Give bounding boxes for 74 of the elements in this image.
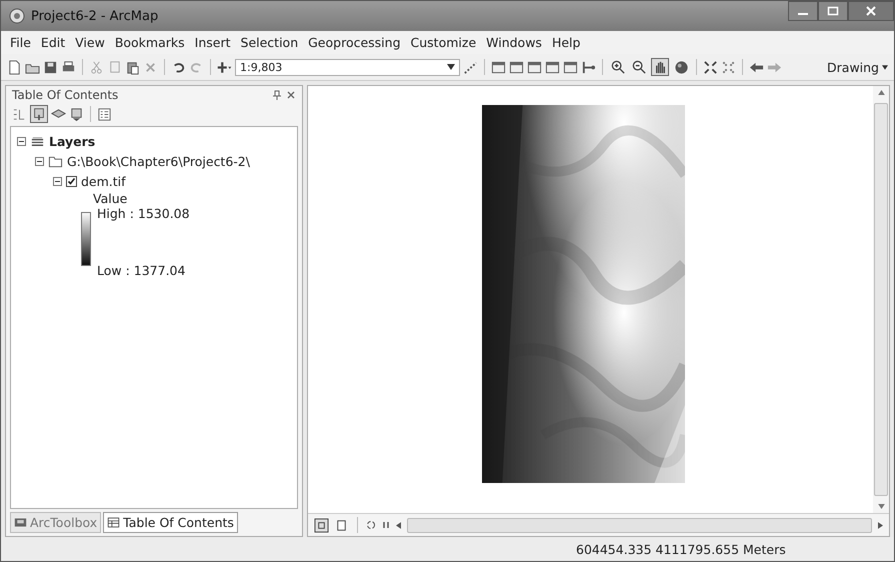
caret-icon <box>882 64 888 70</box>
window-icon[interactable] <box>527 60 542 74</box>
zoom-out-button[interactable] <box>630 58 648 76</box>
zoom-in-icon <box>610 60 626 74</box>
printer-icon[interactable] <box>61 60 76 74</box>
scroll-down-icon[interactable] <box>878 504 884 509</box>
tree-item[interactable]: G:\Book\Chapter6\Project6-2\ <box>67 154 250 168</box>
horizontal-scrollbar[interactable] <box>396 517 883 533</box>
maximize-button[interactable] <box>818 1 848 21</box>
pause-icon[interactable] <box>381 520 391 530</box>
drawing-dropdown[interactable]: Drawing <box>827 60 888 74</box>
menu-item[interactable]: Insert <box>190 35 236 50</box>
menu-item[interactable]: Geoprocessing <box>303 35 406 50</box>
legend-heading: Value <box>92 191 128 206</box>
close-icon <box>865 5 877 17</box>
collapse-icon[interactable] <box>35 156 44 166</box>
color-ramp <box>81 212 91 266</box>
globe-icon <box>9 8 25 24</box>
legend-label: High : 1530.08 <box>97 206 190 221</box>
list-by-drawing-order-icon[interactable] <box>12 106 27 122</box>
menu-item[interactable]: Help <box>546 35 586 50</box>
toolbox-icon <box>14 516 27 529</box>
close-button[interactable] <box>848 1 894 21</box>
window-icon[interactable] <box>563 60 578 74</box>
new-document-icon[interactable] <box>7 60 22 74</box>
window-icon[interactable] <box>545 60 560 74</box>
minimize-button[interactable] <box>788 1 818 21</box>
vertical-scrollbar[interactable] <box>873 86 889 513</box>
zoom-out-icon <box>632 60 646 74</box>
tree-item[interactable]: dem.tif <box>81 174 126 188</box>
checkbox[interactable] <box>66 176 77 186</box>
window-icon[interactable] <box>509 60 524 74</box>
scroll-right-icon[interactable] <box>878 522 883 528</box>
scroll-up-icon[interactable] <box>878 90 884 95</box>
fixed-zoom-in-icon[interactable] <box>703 60 718 74</box>
menu-item[interactable]: Edit <box>36 35 70 50</box>
pin-icon[interactable] <box>272 90 282 100</box>
menu-item[interactable]: Windows <box>481 35 547 50</box>
editor-icon[interactable] <box>463 60 478 74</box>
save-icon[interactable] <box>43 60 58 74</box>
collapse-icon[interactable] <box>53 176 62 186</box>
panel-title: Table Of Contents <box>12 88 120 102</box>
minimize-icon <box>798 13 808 15</box>
globe-icon <box>674 60 688 74</box>
legend-label: Low : 1377.04 <box>97 263 186 278</box>
close-icon[interactable] <box>286 90 296 100</box>
refresh-icon[interactable] <box>366 520 376 530</box>
tree-item[interactable]: Layers <box>49 134 96 148</box>
panel-tab[interactable]: Table Of Contents <box>103 512 238 533</box>
scale-dropdown[interactable]: 1:9,803 <box>235 58 460 76</box>
window-icon[interactable] <box>491 60 506 74</box>
scroll-left-icon[interactable] <box>396 522 401 528</box>
selection-list-icon[interactable] <box>69 106 84 122</box>
data-view-button[interactable] <box>314 518 329 532</box>
list-by-source-button[interactable] <box>30 105 48 123</box>
coordinates-readout: 604454.335 4111795.655 Meters <box>576 542 786 556</box>
panel-tab[interactable]: ArcToolbox <box>10 512 102 533</box>
paste-icon[interactable] <box>125 60 140 74</box>
menu-item[interactable]: Bookmarks <box>110 35 190 50</box>
options-icon[interactable] <box>97 106 112 122</box>
menu-item[interactable]: File <box>5 35 36 50</box>
window-title: Project6-2 - ArcMap <box>31 8 160 24</box>
zoom-in-button[interactable] <box>609 58 627 76</box>
menu-item[interactable]: View <box>70 35 110 50</box>
caret-icon <box>447 64 455 70</box>
model-icon[interactable] <box>581 60 596 74</box>
fixed-zoom-out-icon[interactable] <box>721 60 736 74</box>
table-icon <box>107 516 120 529</box>
collapse-icon[interactable] <box>17 136 26 146</box>
pan-button[interactable] <box>651 58 669 76</box>
add-data-icon[interactable] <box>217 60 232 74</box>
maximize-icon <box>827 5 839 17</box>
menu-item[interactable]: Selection <box>236 35 304 50</box>
menu-item[interactable]: Customize <box>406 35 482 50</box>
